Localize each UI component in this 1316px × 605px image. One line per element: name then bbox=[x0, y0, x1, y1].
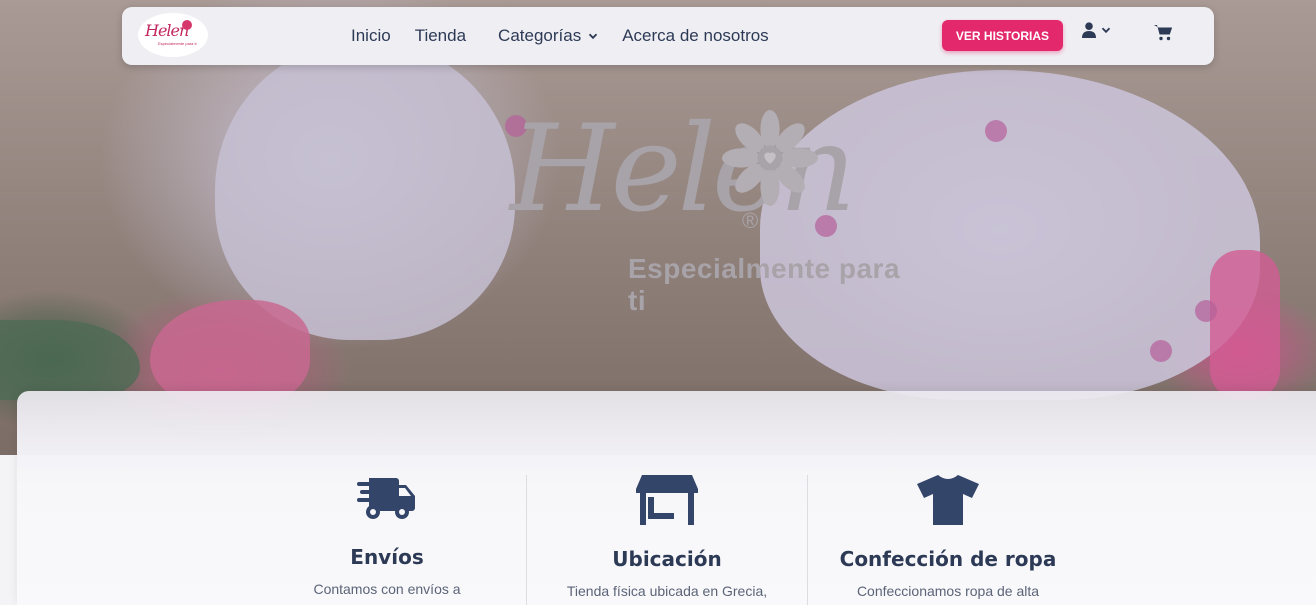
flower-icon bbox=[182, 20, 192, 30]
nav-link-categorias-label: Categorías bbox=[498, 26, 582, 45]
hero-print-dot bbox=[985, 120, 1007, 142]
feature-title: Confección de ropa bbox=[839, 547, 1057, 571]
nav-links: Inicio Tienda Categorías Acerca de nosot… bbox=[351, 7, 793, 65]
feature-divider bbox=[807, 475, 808, 605]
feature-text: Contamos con envíos a bbox=[313, 581, 461, 597]
user-icon bbox=[1082, 22, 1096, 38]
store-icon bbox=[636, 475, 698, 525]
hero-bra-left-cup bbox=[215, 40, 515, 340]
feature-text: Confeccionamos ropa de alta bbox=[856, 583, 1040, 599]
ver-historias-button[interactable]: VER HISTORIAS bbox=[942, 20, 1063, 51]
features-section: Envíos Contamos con envíos a Ubicación T… bbox=[17, 391, 1316, 605]
nav-link-categorias[interactable]: Categorías bbox=[498, 26, 598, 46]
feature-title: Ubicación bbox=[612, 547, 722, 571]
nav-link-acerca[interactable]: Acerca de nosotros bbox=[622, 26, 768, 46]
nav-link-tienda[interactable]: Tienda bbox=[415, 26, 466, 46]
hero-print-dot bbox=[1150, 340, 1172, 362]
nav-logo[interactable]: Helen Especialmente para ti bbox=[138, 13, 208, 57]
hero-print-dot bbox=[1195, 300, 1217, 322]
cart-button[interactable] bbox=[1154, 24, 1173, 46]
feature-divider bbox=[526, 475, 527, 605]
registered-mark: ® bbox=[742, 208, 759, 233]
hero-banner: Helen ® Especialmente para ti bbox=[0, 0, 1316, 455]
nav-link-inicio[interactable]: Inicio bbox=[351, 26, 391, 46]
truck-icon bbox=[357, 478, 415, 519]
cart-icon bbox=[1154, 25, 1173, 41]
hero-tagline: Especialmente para ti bbox=[628, 253, 901, 316]
feature-confeccion: Confección de ropa Confeccionamos ropa d… bbox=[832, 475, 1064, 605]
daisy-icon bbox=[722, 110, 818, 206]
nav-logo-tagline: Especialmente para ti bbox=[158, 41, 197, 46]
chevron-down-icon bbox=[1101, 27, 1111, 34]
chevron-down-icon bbox=[589, 33, 598, 40]
hero-pink-band bbox=[1210, 250, 1280, 400]
shirt-icon bbox=[917, 475, 979, 525]
top-navbar: Helen Especialmente para ti Inicio Tiend… bbox=[122, 7, 1214, 65]
feature-ubicacion: Ubicación Tienda física ubicada en Greci… bbox=[537, 475, 797, 605]
feature-title: Envíos bbox=[350, 545, 424, 569]
feature-text: Tienda física ubicada en Grecia, bbox=[566, 583, 768, 599]
hero-logo: Helen ® Especialmente para ti bbox=[510, 110, 910, 317]
feature-envios: Envíos Contamos con envíos a bbox=[287, 475, 487, 605]
hero-leaf-decoration bbox=[0, 320, 140, 400]
user-menu[interactable] bbox=[1082, 22, 1111, 38]
